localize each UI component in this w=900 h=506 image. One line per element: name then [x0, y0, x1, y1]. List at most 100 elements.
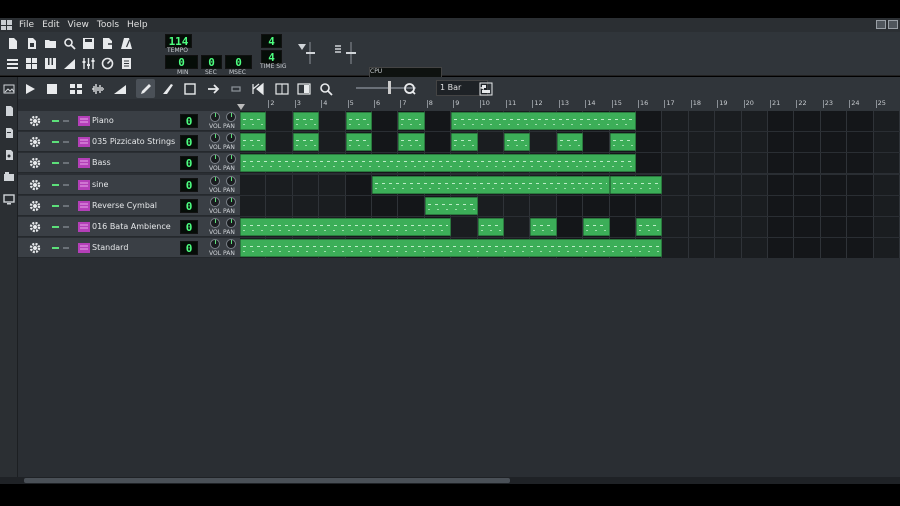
pan-knob[interactable] — [226, 196, 236, 207]
bar-cell[interactable] — [820, 195, 848, 216]
gear-icon[interactable] — [28, 178, 42, 192]
bar-cell[interactable] — [688, 174, 716, 195]
recent-projects-button[interactable] — [61, 35, 78, 52]
gear-icon[interactable] — [28, 135, 42, 149]
bar-cell[interactable] — [477, 195, 504, 216]
bar-cell[interactable] — [662, 132, 689, 153]
controller-rack-button[interactable] — [99, 55, 116, 72]
bar-cell[interactable] — [504, 195, 531, 216]
bar-cell[interactable] — [715, 111, 742, 131]
bar-cell[interactable] — [873, 238, 900, 259]
bar-cell[interactable] — [741, 111, 768, 131]
bar-cell[interactable] — [583, 195, 610, 216]
restore-button[interactable] — [876, 20, 886, 29]
bar-cell[interactable] — [820, 153, 848, 174]
gear-icon[interactable] — [28, 241, 42, 255]
volume-knob[interactable] — [210, 133, 220, 144]
bar-cell[interactable] — [398, 195, 425, 216]
bar-cell[interactable] — [741, 195, 768, 216]
pattern-clip[interactable] — [240, 239, 663, 258]
bar-cell[interactable] — [688, 195, 716, 216]
bar-cell[interactable] — [240, 195, 267, 216]
zoom-button[interactable] — [316, 79, 335, 98]
track-value-display[interactable]: 0 — [180, 156, 198, 171]
bar-cell[interactable] — [768, 111, 795, 131]
track-name[interactable]: Standard — [92, 243, 128, 252]
pattern-clip[interactable] — [451, 133, 478, 152]
track-lane[interactable] — [240, 238, 900, 259]
zoom-slider-handle[interactable] — [388, 81, 391, 94]
bar-cell[interactable] — [372, 111, 399, 131]
new-from-template-button[interactable] — [23, 35, 40, 52]
bar-cell[interactable] — [451, 217, 478, 237]
track-value-display[interactable]: 0 — [180, 241, 198, 256]
timeline-ruler[interactable]: 2 3 4 5 6 7 8 9 10 11 12 13 14 15 16 17 18 19 20 21 22 23 24 25 — [240, 99, 900, 111]
bar-cell[interactable] — [319, 132, 346, 153]
track-name[interactable]: Reverse Cymbal — [92, 201, 157, 210]
pattern-clip[interactable] — [609, 175, 663, 194]
add-beat-track-button[interactable] — [66, 79, 85, 98]
song-editor-button[interactable] — [4, 55, 21, 72]
track-header[interactable]: 035 Pizzicato Strings 0 VOL PAN — [18, 132, 240, 153]
pattern-clip[interactable] — [240, 133, 267, 152]
bar-cell[interactable] — [662, 111, 689, 131]
bar-cell[interactable] — [662, 153, 689, 174]
app-grid-icon[interactable] — [1, 20, 12, 30]
pattern-clip[interactable] — [240, 154, 636, 173]
new-project-button[interactable] — [4, 35, 21, 52]
pattern-clip[interactable] — [477, 218, 504, 236]
export-project-button[interactable] — [99, 35, 116, 52]
bar-cell[interactable] — [820, 238, 848, 259]
menu-tools[interactable]: Tools — [97, 20, 119, 30]
solo-toggle[interactable] — [63, 204, 69, 207]
bar-cell[interactable] — [847, 217, 874, 237]
bar-cell[interactable] — [847, 174, 874, 195]
bar-cell[interactable] — [847, 195, 874, 216]
bar-cell[interactable] — [662, 174, 689, 195]
bar-cell[interactable] — [424, 132, 452, 153]
bar-cell[interactable] — [345, 174, 372, 195]
bar-cell[interactable] — [873, 153, 900, 174]
pan-knob[interactable] — [226, 218, 236, 228]
mute-toggle[interactable] — [52, 162, 59, 165]
gear-icon[interactable] — [28, 156, 42, 170]
mute-toggle[interactable] — [52, 141, 59, 144]
project-notes-button[interactable] — [118, 55, 135, 72]
bar-cell[interactable] — [636, 132, 663, 153]
bar-cell[interactable] — [319, 111, 346, 131]
track-name[interactable]: Bass — [92, 158, 111, 167]
pattern-clip[interactable] — [345, 133, 372, 152]
select-mode-button[interactable] — [180, 79, 199, 98]
track-lane[interactable] — [240, 111, 900, 131]
master-volume-icon[interactable] — [296, 40, 326, 66]
bar-cell[interactable] — [794, 153, 821, 174]
mixer-button[interactable] — [80, 55, 97, 72]
solo-toggle[interactable] — [63, 183, 69, 186]
snap-button[interactable] — [400, 79, 419, 98]
solo-toggle[interactable] — [63, 226, 69, 228]
bar-cell[interactable] — [636, 195, 663, 216]
solo-toggle[interactable] — [63, 141, 69, 144]
bar-cell[interactable] — [768, 238, 795, 259]
bar-cell[interactable] — [715, 132, 742, 153]
stop-behaviour-button[interactable] — [248, 79, 267, 98]
bar-cell[interactable] — [873, 111, 900, 131]
close-button[interactable] — [888, 20, 898, 29]
bar-cell[interactable] — [319, 174, 346, 195]
bar-cell[interactable] — [688, 238, 716, 259]
open-project-button[interactable] — [42, 35, 59, 52]
bar-cell[interactable] — [847, 132, 874, 153]
volume-knob[interactable] — [210, 196, 220, 207]
gear-icon[interactable] — [28, 220, 42, 234]
horizontal-scrollbar[interactable] — [0, 477, 900, 484]
stop-button[interactable] — [42, 79, 61, 98]
bar-cell[interactable] — [266, 132, 293, 153]
bar-cell[interactable] — [266, 195, 293, 216]
bar-cell[interactable] — [266, 111, 293, 131]
bar-cell[interactable] — [794, 238, 821, 259]
bar-cell[interactable] — [424, 111, 452, 131]
bar-cell[interactable] — [847, 111, 874, 131]
bar-cell[interactable] — [794, 174, 821, 195]
bar-cell[interactable] — [372, 195, 399, 216]
pan-knob[interactable] — [226, 112, 236, 122]
